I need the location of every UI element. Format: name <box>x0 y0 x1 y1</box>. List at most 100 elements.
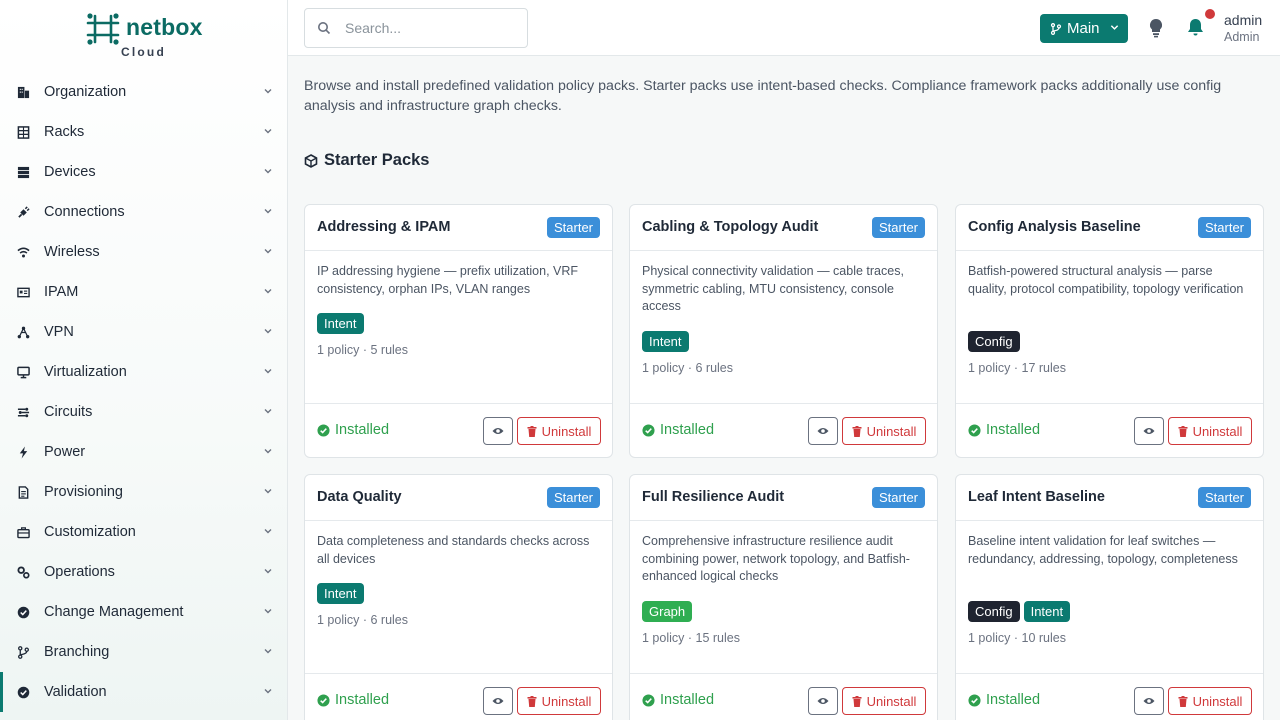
pack-card-addressing-ipam: Addressing & IPAM Starter IP addressing … <box>304 204 613 458</box>
card-header: Leaf Intent Baseline Starter <box>956 475 1263 521</box>
lightbulb-icon[interactable] <box>1148 18 1164 38</box>
card-meta: 1 policy · 15 rules <box>642 631 740 645</box>
top-bar: Main admin Admin <box>288 0 1280 56</box>
chevron-down-icon <box>264 249 272 254</box>
installed-label: Installed <box>335 692 390 708</box>
sidebar-item-label: IPAM <box>44 284 79 300</box>
page-description: Browse and install predefined validation… <box>304 78 1222 114</box>
pack-card-cabling-topology-audit: Cabling & Topology Audit Starter Physica… <box>629 204 938 458</box>
card-header: Config Analysis Baseline Starter <box>956 205 1263 251</box>
pack-card-leaf-intent-baseline: Leaf Intent Baseline Starter Baseline in… <box>955 474 1264 720</box>
sidebar-item-branching[interactable]: Branching <box>0 632 287 672</box>
starter-badge: Starter <box>1197 217 1251 238</box>
sidebar-item-label: Provisioning <box>44 484 123 500</box>
preview-button[interactable] <box>808 417 838 445</box>
netbox-logo-icon <box>86 13 120 45</box>
eye-icon <box>492 698 504 704</box>
sidebar-item-vpn[interactable]: VPN <box>0 312 287 352</box>
preview-button[interactable] <box>483 417 513 445</box>
vpn-icon <box>16 325 30 339</box>
sidebar-item-provisioning[interactable]: Provisioning <box>0 472 287 512</box>
brand-sub: Cloud <box>121 45 166 59</box>
sidebar-item-label: Change Management <box>44 604 184 620</box>
badge-check-icon <box>16 605 30 619</box>
check-circle-icon <box>968 693 981 707</box>
chevron-down-icon <box>264 129 272 134</box>
card-footer: Installed Uninstall <box>305 403 612 457</box>
wifi-icon <box>16 245 30 259</box>
sidebar-item-circuits[interactable]: Circuits <box>0 392 287 432</box>
check-circle-icon <box>642 423 655 437</box>
branch-selector-button[interactable]: Main <box>1040 14 1128 43</box>
sidebar-item-label: Racks <box>44 124 85 140</box>
sidebar-item-label: Customization <box>44 524 136 540</box>
sidebar-item-operations[interactable]: Operations <box>0 552 287 592</box>
config-tag: Config <box>968 601 1020 622</box>
toolbox-icon <box>16 525 30 539</box>
chevron-down-icon <box>264 209 272 214</box>
uninstall-button[interactable]: Uninstall <box>517 417 601 445</box>
uninstall-button[interactable]: Uninstall <box>842 687 926 715</box>
sidebar-item-customization[interactable]: Customization <box>0 512 287 552</box>
chevron-down-icon <box>264 489 272 494</box>
chevron-down-icon <box>264 649 272 654</box>
sidebar-item-devices[interactable]: Devices <box>0 152 287 192</box>
document-icon <box>16 485 30 499</box>
brand-name: netbox <box>126 14 203 40</box>
trash-icon <box>852 425 862 437</box>
rack-icon <box>16 125 30 139</box>
sidebar-item-ipam[interactable]: IPAM <box>0 272 287 312</box>
bell-icon[interactable] <box>1186 17 1205 37</box>
gears-icon <box>16 565 30 579</box>
starter-badge: Starter <box>546 487 600 508</box>
check-type-tags: Intent <box>642 331 689 352</box>
sidebar-item-change-management[interactable]: Change Management <box>0 592 287 632</box>
search-input[interactable] <box>345 20 515 36</box>
card-header: Full Resilience Audit Starter <box>630 475 937 521</box>
uninstall-label: Uninstall <box>1192 693 1243 709</box>
check-circle-icon <box>642 693 655 707</box>
preview-button[interactable] <box>483 687 513 715</box>
installed-status: Installed <box>968 422 1040 438</box>
installed-status: Installed <box>642 422 714 438</box>
brand-logo[interactable]: netbox Cloud <box>86 10 206 62</box>
card-footer: Installed Uninstall <box>630 673 937 720</box>
card-title: Data Quality <box>317 489 402 505</box>
sidebar-item-connections[interactable]: Connections <box>0 192 287 232</box>
card-header: Cabling & Topology Audit Starter <box>630 205 937 251</box>
uninstall-button[interactable]: Uninstall <box>842 417 926 445</box>
sidebar-item-virtualization[interactable]: Virtualization <box>0 352 287 392</box>
uninstall-button[interactable]: Uninstall <box>517 687 601 715</box>
branch-icon <box>16 645 30 659</box>
sidebar-item-label: Devices <box>44 164 96 180</box>
uninstall-label: Uninstall <box>1192 423 1243 439</box>
card-meta: 1 policy · 17 rules <box>968 361 1066 375</box>
installed-status: Installed <box>968 692 1040 708</box>
card-meta: 1 policy · 6 rules <box>317 613 409 627</box>
sidebar: netbox Cloud Organization Racks Devices <box>0 0 288 720</box>
uninstall-button[interactable]: Uninstall <box>1168 417 1252 445</box>
user-name[interactable]: admin <box>1224 12 1262 28</box>
uninstall-label: Uninstall <box>866 423 917 439</box>
preview-button[interactable] <box>1134 417 1164 445</box>
sidebar-item-wireless[interactable]: Wireless <box>0 232 287 272</box>
chevron-down-icon <box>264 369 272 374</box>
eye-icon <box>492 428 504 434</box>
card-description: Baseline intent validation for leaf swit… <box>968 534 1238 566</box>
card-description: Batfish-powered structural analysis — pa… <box>968 264 1244 296</box>
sidebar-nav: Organization Racks Devices Connections W… <box>0 72 287 712</box>
sidebar-item-power[interactable]: Power <box>0 432 287 472</box>
sidebar-item-validation[interactable]: Validation <box>0 672 287 712</box>
card-meta: 1 policy · 6 rules <box>642 361 734 375</box>
search-box[interactable] <box>304 8 528 48</box>
installed-status: Installed <box>317 422 389 438</box>
preview-button[interactable] <box>1134 687 1164 715</box>
sidebar-item-racks[interactable]: Racks <box>0 112 287 152</box>
chevron-down-icon <box>1110 25 1119 30</box>
preview-button[interactable] <box>808 687 838 715</box>
uninstall-button[interactable]: Uninstall <box>1168 687 1252 715</box>
card-header: Addressing & IPAM Starter <box>305 205 612 251</box>
sidebar-item-organization[interactable]: Organization <box>0 72 287 112</box>
sidebar-item-label: Power <box>44 444 86 460</box>
check-type-tags: Config Intent <box>968 601 1071 622</box>
